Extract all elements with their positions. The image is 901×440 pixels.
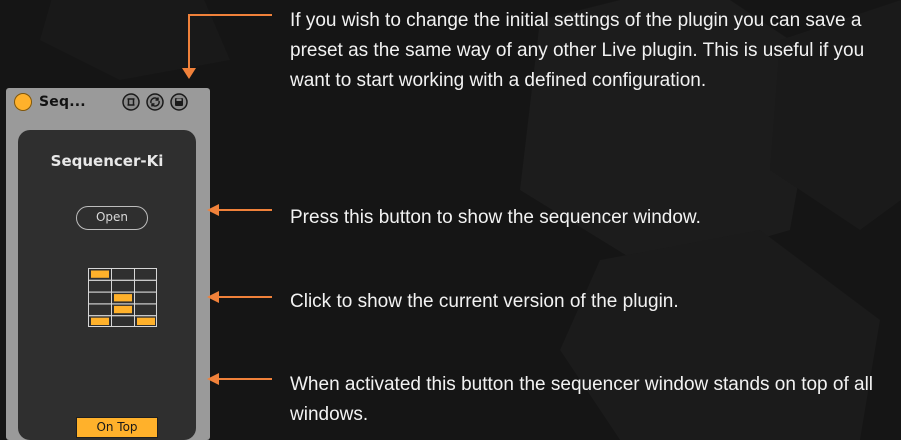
annotation-on-top: When activated this button the sequencer… <box>290 374 874 425</box>
annotation-save-preset: If you wish to change the initial settin… <box>290 10 865 91</box>
annotation-open-button: Press this button to show the sequencer … <box>290 207 701 228</box>
arrow-to-save-preset <box>182 14 272 79</box>
arrow-to-on-top-toggle <box>207 373 272 385</box>
annotation-version: Click to show the current version of the… <box>290 291 679 312</box>
arrow-to-version-grid <box>207 291 272 303</box>
arrow-to-open-button <box>207 204 272 216</box>
